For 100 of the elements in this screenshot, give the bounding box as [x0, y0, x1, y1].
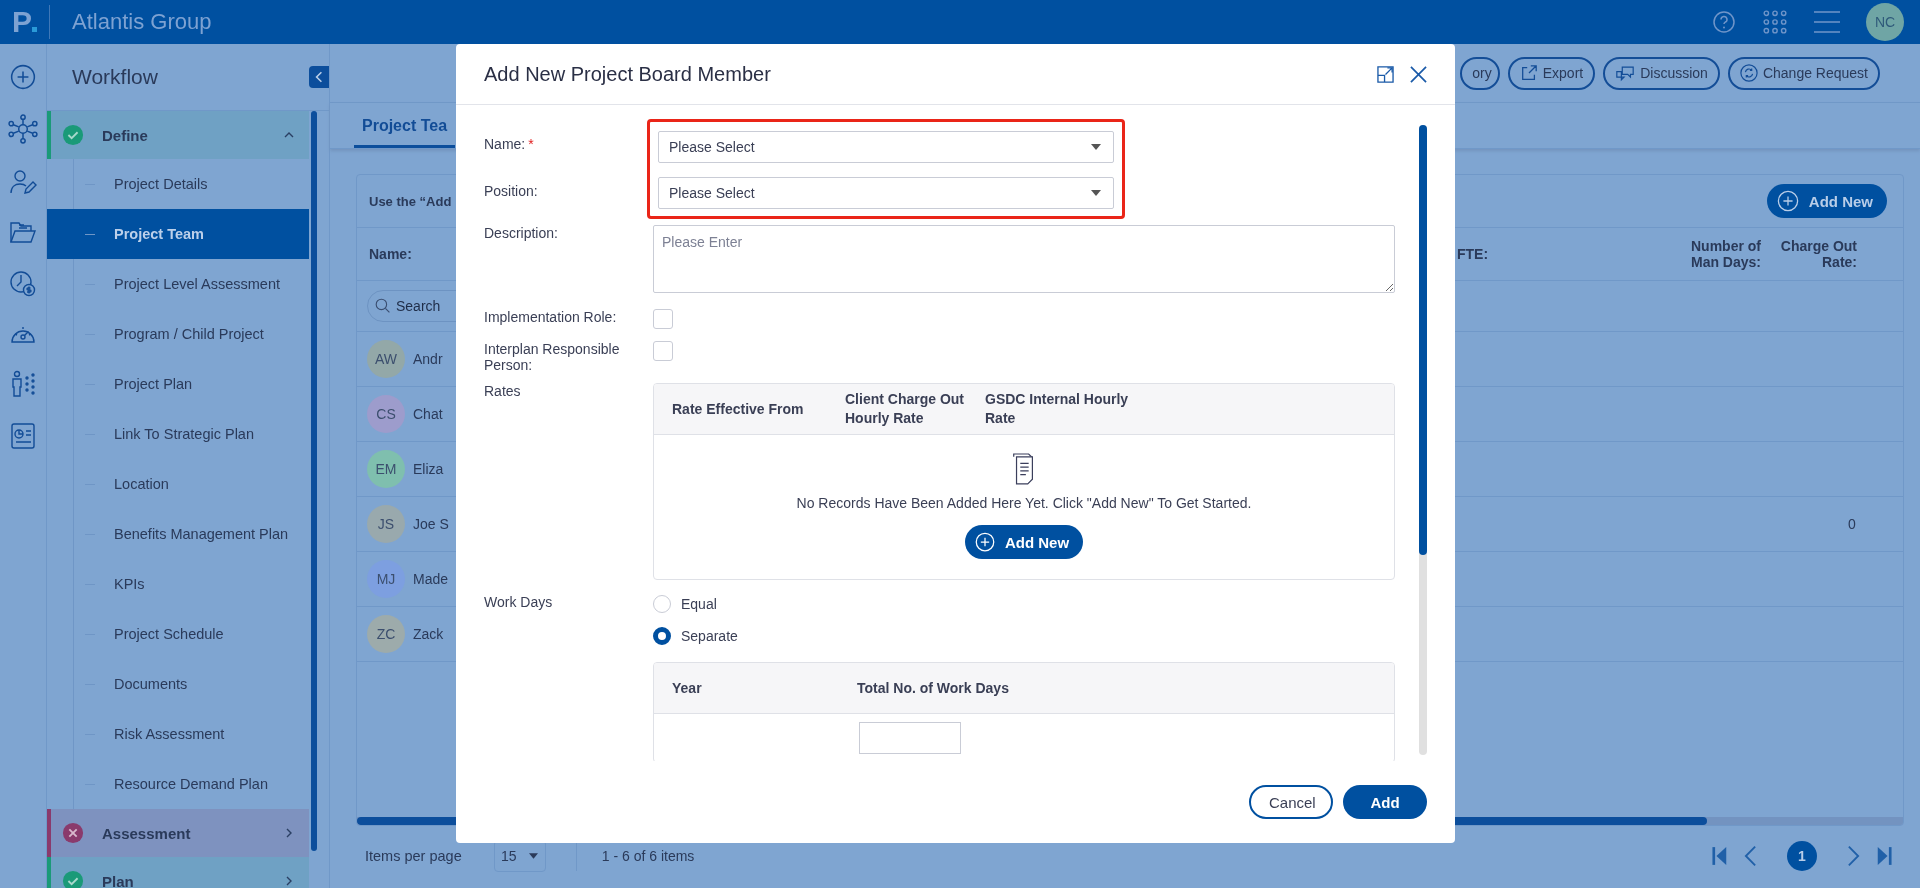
menu-icon[interactable]: [1814, 11, 1840, 33]
radio-option[interactable]: Separate: [653, 626, 753, 646]
collapse-button[interactable]: [309, 66, 329, 88]
checkbox[interactable]: [653, 341, 673, 361]
vertical-scrollbar[interactable]: [311, 111, 317, 851]
add-button[interactable]: Add: [1343, 785, 1427, 819]
field-label: Implementation Role:: [484, 309, 618, 327]
column-header: FTE:: [1457, 246, 1489, 262]
table-cell: Made: [413, 571, 449, 587]
sync-circle-icon: [1739, 64, 1758, 82]
sidebar-item[interactable]: Program / Child Project: [47, 309, 309, 359]
toolbar-button[interactable]: ory: [1460, 56, 1500, 90]
toolbar-button[interactable]: Change Request: [1727, 56, 1880, 90]
column-header: Total No. of Work Days: [857, 678, 1010, 698]
app-logo: P: [0, 5, 50, 39]
app-title: Atlantis Group: [72, 9, 212, 35]
check-circle-icon: [62, 124, 84, 146]
hint-text: Use the “Add: [369, 193, 452, 209]
clock-dollar-icon[interactable]: [9, 270, 37, 298]
required-mark: *: [528, 136, 534, 152]
table-cell: Andr: [413, 351, 443, 367]
stage-header[interactable]: Assessment: [47, 809, 309, 857]
avatar: CS: [367, 395, 405, 433]
stage-header[interactable]: Define: [47, 111, 309, 159]
search-icon: [375, 298, 391, 314]
description-field[interactable]: Please Enter: [653, 225, 1395, 293]
sidebar-item[interactable]: Resource Demand Plan: [47, 759, 309, 809]
avatar: EM: [367, 450, 405, 488]
sidebar-item[interactable]: Documents: [47, 659, 309, 709]
items-per-page-label: Items per page: [365, 848, 462, 864]
previous-page-icon[interactable]: [1744, 845, 1757, 867]
first-page-icon[interactable]: [1712, 845, 1728, 867]
select-field[interactable]: Please Select: [658, 177, 1114, 209]
field-label: Work Days: [484, 594, 554, 612]
avatar: JS: [367, 505, 405, 543]
report-icon[interactable]: [10, 422, 36, 450]
column-header: Year: [672, 678, 703, 698]
column-header: Name:: [369, 246, 412, 262]
sidebar-item[interactable]: Risk Assessment: [47, 709, 309, 759]
stage-header[interactable]: Plan: [47, 857, 309, 888]
add-new-button[interactable]: Add New: [964, 525, 1084, 559]
person-list-icon[interactable]: [9, 370, 37, 398]
user-edit-icon[interactable]: [9, 168, 37, 196]
add-icon[interactable]: [10, 64, 36, 90]
sidebar-item[interactable]: Project Plan: [47, 359, 309, 409]
column-header: Number of Man Days:: [1689, 238, 1761, 270]
input-field[interactable]: [859, 722, 961, 754]
caret-icon: [529, 853, 539, 859]
sidebar-title: Workflow: [72, 65, 158, 89]
add-new-button[interactable]: Add New: [1766, 184, 1887, 218]
export-icon: [1519, 64, 1538, 82]
cancel-button[interactable]: Cancel: [1249, 785, 1333, 819]
sidebar-item[interactable]: Project Details: [47, 159, 309, 209]
sidebar-item[interactable]: Link To Strategic Plan: [47, 409, 309, 459]
folder-icon[interactable]: [9, 220, 37, 246]
plus-circle-icon: [974, 532, 995, 552]
column-header: GSDC Internal Hourly Rate: [985, 390, 1130, 428]
avatar: MJ: [367, 560, 405, 598]
caret-icon: [1091, 190, 1101, 196]
radio-option[interactable]: Equal: [653, 594, 753, 614]
sidebar-item[interactable]: Project Level Assessment: [47, 259, 309, 309]
column-header: Charge Out Rate:: [1779, 238, 1857, 270]
field-label: Name:: [484, 136, 526, 152]
expand-icon[interactable]: [1377, 65, 1394, 83]
sidebar-item[interactable]: Location: [47, 459, 309, 509]
last-page-icon[interactable]: [1876, 845, 1892, 867]
page-button[interactable]: 1: [1787, 841, 1817, 871]
empty-message: No Records Have Been Added Here Yet. Click "Add New" To Get Started.: [796, 495, 1252, 511]
field-label: Description:: [484, 225, 559, 243]
field-label: Rates: [484, 383, 522, 401]
sidebar-item[interactable]: Project Schedule: [47, 609, 309, 659]
field-label: Position:: [484, 183, 538, 199]
avatar: AW: [367, 340, 405, 378]
sidebar-item[interactable]: Benefits Management Plan: [47, 509, 309, 559]
apps-grid-icon[interactable]: [1762, 9, 1788, 35]
close-icon[interactable]: [1410, 65, 1427, 83]
caret-icon: [1091, 144, 1101, 150]
avatar: ZC: [367, 615, 405, 653]
help-icon[interactable]: [1712, 10, 1736, 34]
network-icon[interactable]: [8, 114, 38, 144]
sidebar-item[interactable]: KPIs: [47, 559, 309, 609]
table-cell: Zack: [413, 626, 444, 642]
select-field[interactable]: Please Select: [658, 131, 1114, 163]
sidebar-item[interactable]: Project Team: [47, 209, 309, 259]
cross-circle-icon: [62, 822, 84, 844]
plus-circle-icon: [1776, 190, 1799, 212]
vertical-scrollbar[interactable]: [1419, 125, 1427, 755]
table-cell: Joe S: [413, 516, 449, 532]
toolbar-button[interactable]: Export: [1507, 56, 1596, 90]
column-header: Rate Effective From: [672, 399, 805, 419]
table-cell: 0: [1848, 516, 1856, 532]
next-page-icon[interactable]: [1847, 845, 1860, 867]
checkbox[interactable]: [653, 309, 673, 329]
chat-bubbles-icon: [1615, 64, 1636, 82]
toolbar-button[interactable]: Discussion: [1603, 56, 1720, 90]
column-header: Client Charge Out Hourly Rate: [845, 390, 965, 428]
table-cell: Chat: [413, 406, 443, 422]
dialog-title: Add New Project Board Member: [484, 62, 772, 86]
user-avatar[interactable]: NC: [1866, 3, 1904, 41]
field-label: Interplan Responsible Person:: [484, 341, 621, 373]
